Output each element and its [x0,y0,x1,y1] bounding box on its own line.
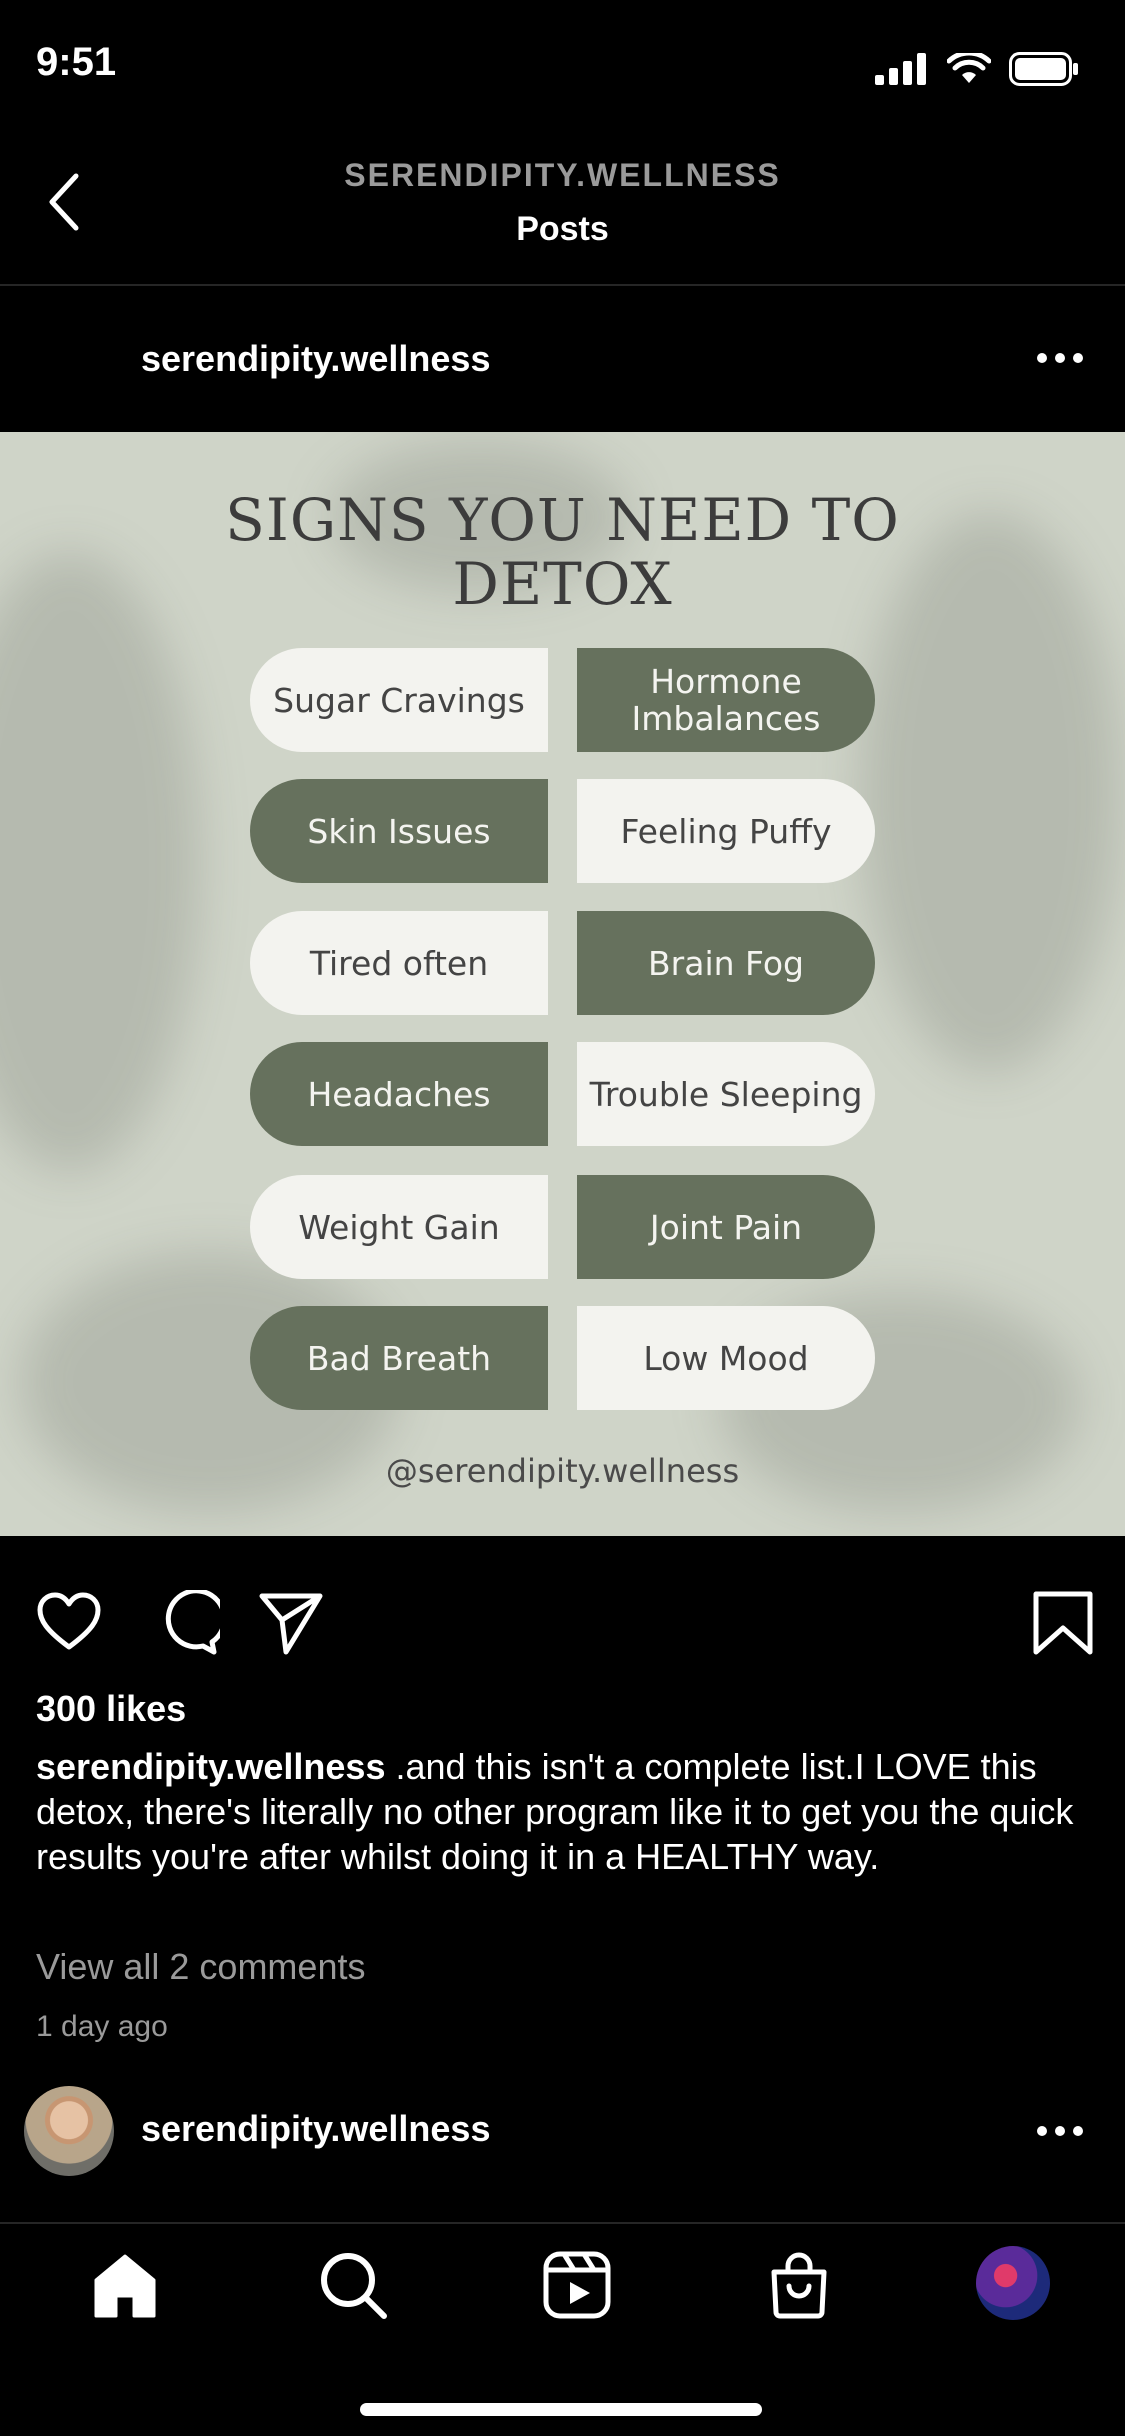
symptom-pill: Bad Breath [250,1306,548,1410]
search-icon[interactable] [318,2250,388,2320]
bookmark-icon[interactable] [1030,1590,1096,1656]
next-post-username[interactable]: serendipity.wellness [141,2108,490,2150]
home-indicator [360,2403,762,2416]
symptom-pill: Weight Gain [250,1175,548,1279]
caption-username[interactable]: serendipity.wellness [36,1746,385,1787]
status-time: 9:51 [36,40,117,84]
home-icon[interactable] [90,2250,160,2320]
status-icons [875,52,1079,86]
symptom-pill: Low Mood [577,1306,875,1410]
cellular-signal-icon [875,53,926,85]
profile-avatar[interactable] [976,2246,1050,2320]
symptom-pill: Sugar Cravings [250,648,548,752]
view-comments-link[interactable]: View all 2 comments [36,1946,365,1988]
graphic-title: SIGNS YOU NEED TO DETOX [0,488,1125,616]
symptom-pill: Tired often [250,911,548,1015]
post-timestamp: 1 day ago [36,2010,168,2043]
post-caption: serendipity.wellness .and this isn't a c… [36,1744,1086,1879]
comment-icon[interactable] [154,1590,220,1656]
heart-icon[interactable] [36,1590,102,1656]
battery-icon [1009,52,1078,86]
symptom-pill: Hormone Imbalances [577,648,875,752]
graphic-handle: @serendipity.wellness [385,1452,740,1490]
post-username[interactable]: serendipity.wellness [141,338,490,380]
header-divider [0,284,1125,286]
avatar[interactable] [24,2086,114,2176]
graphic-title-line2: DETOX [452,550,673,618]
more-options-icon[interactable] [1037,2126,1083,2136]
symptom-pill: Feeling Puffy [577,779,875,883]
share-icon[interactable] [258,1590,324,1656]
symptom-pill: Brain Fog [577,911,875,1015]
shop-icon[interactable] [764,2250,834,2320]
page-title: Posts [516,210,609,248]
reels-icon[interactable] [542,2250,612,2320]
symptom-pill: Headaches [250,1042,548,1146]
symptom-pill: Skin Issues [250,779,548,883]
symptom-pill: Trouble Sleeping [577,1042,875,1146]
symptom-pill: Joint Pain [577,1175,875,1279]
wifi-icon [947,53,991,83]
likes-count[interactable]: 300 likes [36,1688,186,1730]
nav-divider [0,2222,1125,2224]
header-account-name: SERENDIPITY.WELLNESS [344,157,781,193]
graphic-title-line1: SIGNS YOU NEED TO [225,486,900,554]
more-options-icon[interactable] [1037,353,1083,363]
post-image[interactable]: SIGNS YOU NEED TO DETOX Sugar Cravings H… [0,432,1125,1536]
